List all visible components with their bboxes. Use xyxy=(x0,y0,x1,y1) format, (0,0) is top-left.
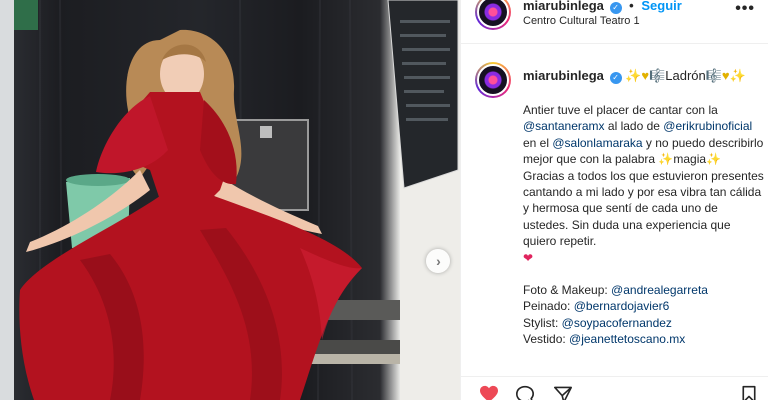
credit-label: Stylist: xyxy=(523,315,562,330)
username-link[interactable]: miarubinlega xyxy=(523,0,604,13)
post-photo[interactable]: › xyxy=(0,0,460,400)
separator-dot: • xyxy=(629,0,634,13)
post-sidebar: miarubinlega ✓ • Seguir Centro Cultural … xyxy=(460,0,768,400)
credits-list: Foto & Makeup: @andrealegarreta Peinado:… xyxy=(523,282,765,348)
mention-link[interactable]: @andrealegarreta xyxy=(611,283,708,297)
caption-segment: Gracias a todos los que estuvieron prese… xyxy=(523,168,764,249)
bookmark-icon[interactable] xyxy=(739,385,759,400)
heart-emoji: ❤ xyxy=(523,250,534,265)
follow-button[interactable]: Seguir xyxy=(641,0,681,13)
mention-link[interactable]: @soypacofernandez xyxy=(562,316,672,330)
credit-label: Vestido: xyxy=(523,332,570,347)
mention-link[interactable]: @jeanettetoscano.mx xyxy=(569,332,685,346)
mention-link[interactable]: @bernardojavier6 xyxy=(574,299,670,313)
caption-username[interactable]: miarubinlega xyxy=(523,68,604,83)
credit-label: Peinado: xyxy=(523,299,574,314)
title-word: Ladrón xyxy=(665,68,706,83)
location-link[interactable]: Centro Cultural Teatro 1 xyxy=(523,15,640,27)
caption-segment: magia xyxy=(673,152,707,167)
credit-line: Vestido: @jeanettetoscano.mx xyxy=(523,331,765,347)
title-emoji-suffix: 🎼♥✨ xyxy=(705,68,746,83)
verified-icon: ✓ xyxy=(609,72,622,84)
post-actions xyxy=(461,376,768,400)
heart-icon[interactable] xyxy=(477,385,501,400)
comment-icon[interactable] xyxy=(513,385,537,400)
mention-link[interactable]: @erikrubinoficial xyxy=(663,119,752,133)
credit-label: Foto & Makeup: xyxy=(523,283,612,298)
avatar[interactable] xyxy=(475,0,511,30)
sparkles-emoji: ✨ xyxy=(658,152,674,167)
caption-title: ✨♥🎼Ladrón🎼♥✨ xyxy=(625,68,746,83)
more-icon[interactable]: ••• xyxy=(735,0,755,18)
credit-line: Stylist: @soypacofernandez xyxy=(523,315,765,331)
photo-illustration xyxy=(0,0,460,400)
next-arrow-icon[interactable]: › xyxy=(426,249,450,273)
title-emoji-prefix: ✨♥🎼 xyxy=(625,68,666,83)
caption-segment: Antier tuve el placer de cantar con la xyxy=(523,103,718,117)
caption-avatar[interactable] xyxy=(475,62,511,98)
mention-link[interactable]: @salonlamaraka xyxy=(552,136,642,150)
credit-line: Peinado: @bernardojavier6 xyxy=(523,298,765,314)
caption-segment: en el xyxy=(523,135,553,150)
credit-line: Foto & Makeup: @andrealegarreta xyxy=(523,282,765,298)
caption-text: Antier tuve el placer de cantar con la @… xyxy=(523,102,765,348)
sparkles-emoji: ✨ xyxy=(706,152,722,167)
post-header: miarubinlega ✓ • Seguir Centro Cultural … xyxy=(461,0,768,44)
caption-segment: al lado de xyxy=(604,119,660,134)
share-icon[interactable] xyxy=(551,385,575,400)
verified-icon: ✓ xyxy=(609,2,622,14)
mention-link[interactable]: @santaneramx xyxy=(523,119,605,133)
